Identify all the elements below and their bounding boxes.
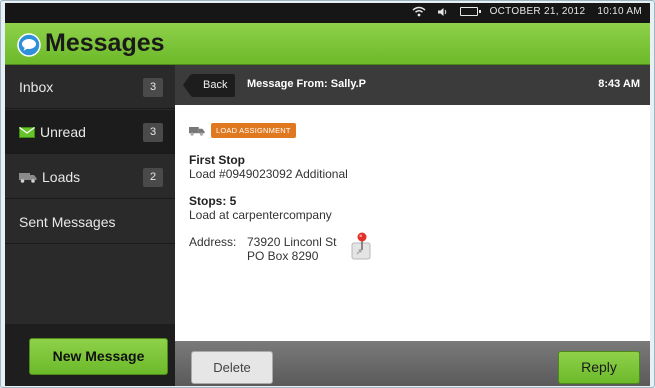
count-badge: 3 <box>143 78 163 97</box>
stops-title: Stops: 5 <box>189 194 237 208</box>
back-button[interactable]: Back <box>182 74 236 97</box>
sidebar-item-label: Loads <box>42 169 81 185</box>
new-message-button[interactable]: New Message <box>29 338 168 375</box>
sidebar-item-sent-messages[interactable]: Sent Messages <box>5 200 175 244</box>
battery-icon <box>459 7 481 16</box>
address-line-1: 73920 Linconl St <box>247 235 337 249</box>
message-panel: Back Message From: Sally.P 8:43 AM LOAD … <box>175 65 650 386</box>
stops-detail: Load at carpentercompany <box>189 208 332 222</box>
message-header: Back Message From: Sally.P 8:43 AM <box>175 65 650 105</box>
truck-icon <box>19 172 37 183</box>
truck-icon <box>189 126 205 136</box>
message-sender: Message From: Sally.P <box>247 78 367 90</box>
screen: OCTOBER 21, 2012 10:10 AM Messages Inbox… <box>5 3 650 386</box>
first-stop-title: First Stop <box>189 153 245 167</box>
sidebar-item-unread[interactable]: Unread 3 <box>5 110 175 154</box>
status-bar: OCTOBER 21, 2012 10:10 AM <box>5 3 650 23</box>
app-title: Messages <box>45 29 165 57</box>
wifi-icon <box>412 6 426 17</box>
chat-bubble-icon <box>17 33 41 57</box>
envelope-icon <box>19 126 35 138</box>
sidebar-item-label: Inbox <box>19 79 54 95</box>
count-badge: 3 <box>143 123 163 142</box>
map-pin-icon[interactable] <box>351 231 373 261</box>
sidebar-item-loads[interactable]: Loads 2 <box>5 155 175 199</box>
status-date: OCTOBER 21, 2012 <box>489 6 586 17</box>
device-frame: OCTOBER 21, 2012 10:10 AM Messages Inbox… <box>0 0 655 388</box>
message-body: LOAD ASSIGNMENT First Stop Load #0949023… <box>175 105 650 341</box>
load-assignment-tag: LOAD ASSIGNMENT <box>211 123 296 138</box>
title-bar: Messages <box>5 23 650 65</box>
reply-button[interactable]: Reply <box>558 351 640 384</box>
delete-button[interactable]: Delete <box>191 351 273 384</box>
sidebar-footer: New Message <box>5 324 175 386</box>
count-badge: 2 <box>143 168 163 187</box>
sidebar-item-label: Sent Messages <box>19 214 116 230</box>
sidebar-item-label: Unread <box>40 124 86 140</box>
address-line-2: PO Box 8290 <box>247 249 319 263</box>
message-time: 8:43 AM <box>598 78 640 90</box>
speaker-icon <box>437 7 446 16</box>
first-stop-detail: Load #0949023092 Additional <box>189 167 348 181</box>
sidebar: Inbox 3 Unread 3 Loads 2 Sent Messages N… <box>5 65 175 386</box>
message-footer: Delete Reply <box>175 341 650 386</box>
sidebar-item-inbox[interactable]: Inbox 3 <box>5 65 175 109</box>
address-label: Address: <box>189 235 237 249</box>
status-time: 10:10 AM <box>597 6 642 17</box>
